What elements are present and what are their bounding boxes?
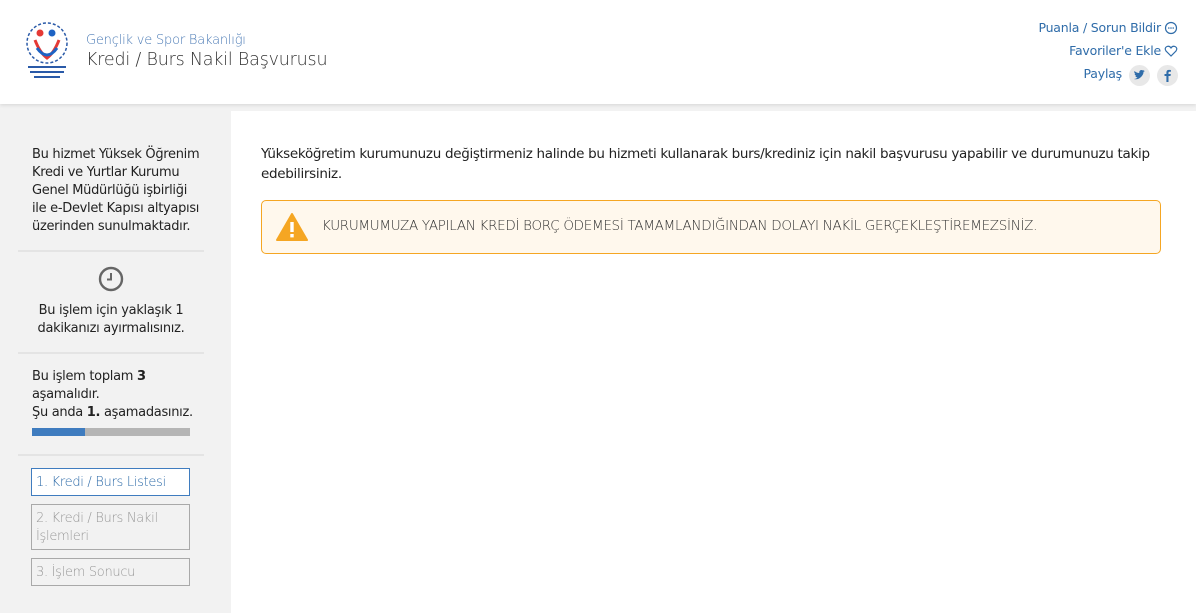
- clock-icon: [98, 266, 124, 292]
- step-progress-fill: [32, 428, 85, 436]
- share-label: Paylaş: [1083, 65, 1123, 81]
- twitter-icon[interactable]: [1129, 65, 1150, 86]
- step-item-2[interactable]: 2. Kredi / Burs Nakil İşlemleri: [31, 504, 190, 550]
- step-total-prefix: Bu işlem toplam: [32, 369, 137, 384]
- step-total-count: 3: [136, 369, 146, 384]
- step-current-suffix: aşamadasınız.: [100, 405, 193, 420]
- step-total-text: Bu işlem toplam 3 aşamalıdır.: [32, 368, 204, 404]
- ministry-name: Gençlik ve Spor Bakanlığı: [86, 33, 246, 48]
- rate-link-label[interactable]: Puanla / Sorun Bildir: [1038, 19, 1161, 37]
- step-item-1[interactable]: 1. Kredi / Burs Listesi: [31, 468, 190, 496]
- header-links: Puanla / Sorun Bildir Favoriler'e Ekle P…: [1038, 16, 1178, 86]
- rate-link[interactable]: Puanla / Sorun Bildir: [1038, 16, 1178, 39]
- step-progress-bar: [32, 428, 190, 436]
- service-description: Yükseköğretim kurumunuzu değiştirmeniz h…: [261, 146, 1150, 182]
- main-content: Yükseköğretim kurumunuzu değiştirmeniz h…: [231, 111, 1196, 613]
- step-total-suffix: aşamalıdır.: [32, 387, 100, 402]
- step-list: 1. Kredi / Burs Listesi 2. Kredi / Burs …: [18, 456, 204, 586]
- favorite-link-label[interactable]: Favoriler'e Ekle: [1069, 42, 1161, 60]
- step-item-3[interactable]: 3. İşlem Sonucu: [31, 558, 190, 586]
- facebook-icon[interactable]: [1157, 65, 1178, 86]
- sidebar: Bu hizmet Yüksek Öğrenim Kredi ve Yurtla…: [18, 128, 204, 613]
- time-estimate-text: Bu işlem için yaklaşık 1 dakikanızı ayır…: [37, 303, 185, 336]
- ministry-logo[interactable]: [24, 20, 70, 82]
- share-row: Paylaş: [1038, 62, 1178, 86]
- warning-icon: [276, 213, 308, 241]
- step-current-number: 1.: [86, 405, 101, 420]
- step-summary: Bu işlem toplam 3 aşamalıdır. Şu anda 1.…: [18, 354, 204, 456]
- step-current-prefix: Şu anda: [32, 405, 87, 420]
- step-current-text: Şu anda 1. aşamadasınız.: [32, 404, 204, 422]
- heart-icon[interactable]: [1164, 44, 1178, 58]
- service-provider-info: Bu hizmet Yüksek Öğrenim Kredi ve Yurtla…: [18, 128, 204, 252]
- warning-message: KURUMUMUZA YAPILAN KREDİ BORÇ ÖDEMESİ TA…: [322, 218, 1038, 234]
- chat-icon[interactable]: [1164, 21, 1178, 35]
- favorite-link[interactable]: Favoriler'e Ekle: [1038, 39, 1178, 62]
- warning-alert: KURUMUMUZA YAPILAN KREDİ BORÇ ÖDEMESİ TA…: [261, 200, 1161, 254]
- page-header: Gençlik ve Spor Bakanlığı Kredi / Burs N…: [0, 0, 1196, 104]
- time-estimate: Bu işlem için yaklaşık 1 dakikanızı ayır…: [18, 252, 204, 354]
- page-title: Kredi / Burs Nakil Başvurusu: [86, 50, 328, 70]
